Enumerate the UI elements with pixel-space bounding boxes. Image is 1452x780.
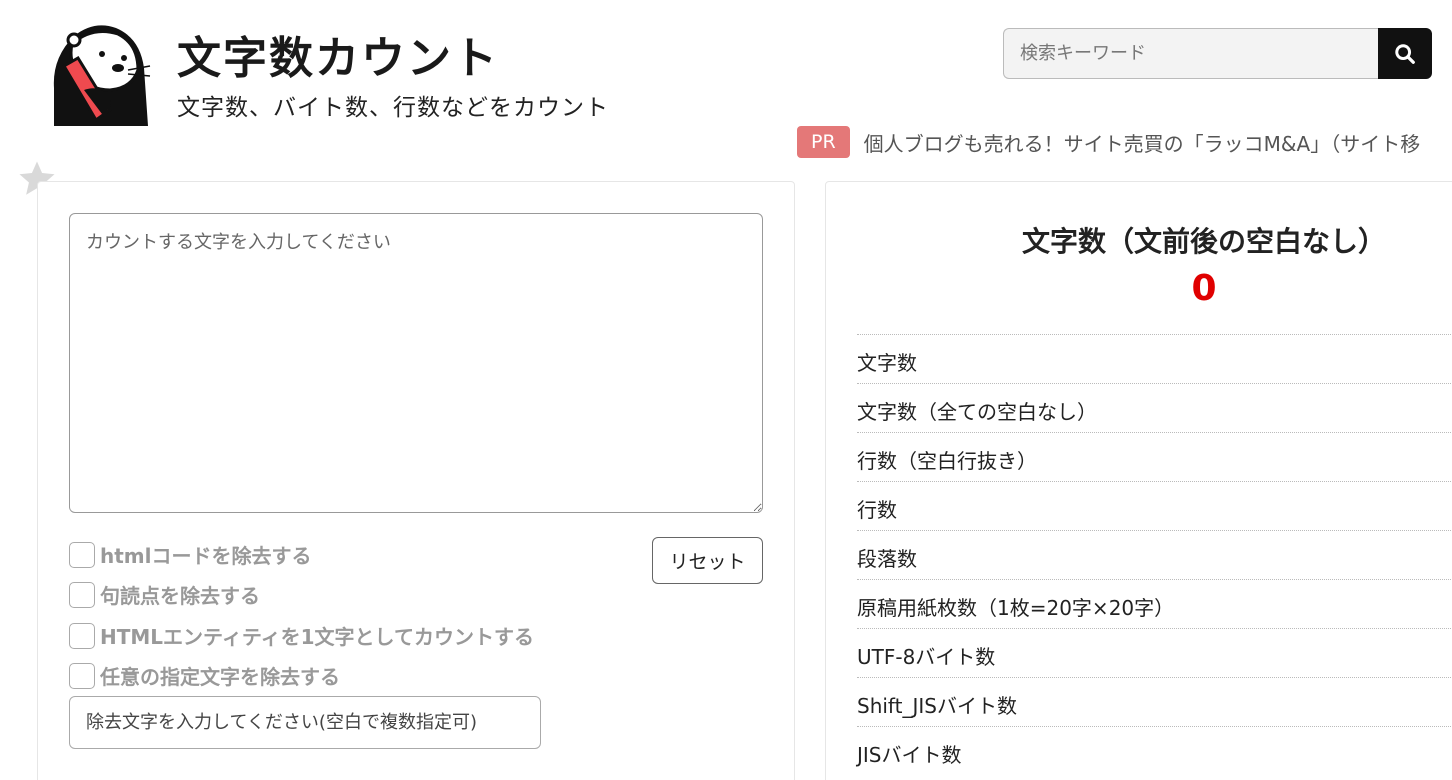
result-title: 文字数（文前後の空白なし） [1021, 225, 1386, 258]
pr-banner[interactable]: PR 個人ブログも売れる！サイト売買の「ラッコM&A」（サイト移 [797, 124, 1452, 160]
stat-label: 文字数 [857, 350, 917, 375]
search-input[interactable] [1003, 28, 1378, 79]
option-label: 任意の指定文字を除去する [100, 665, 340, 689]
option-label: htmlコードを除去する [100, 544, 312, 568]
checkbox[interactable] [69, 581, 95, 608]
count-textarea[interactable] [69, 213, 763, 513]
remove-chars-input[interactable] [69, 696, 541, 749]
option-html-entity[interactable]: HTMLエンティティを1文字としてカウントする [69, 621, 534, 650]
stat-label: JISバイト数 [857, 742, 962, 767]
pr-badge: PR [797, 126, 850, 158]
option-label: HTMLエンティティを1文字としてカウントする [100, 625, 534, 649]
checkbox[interactable] [69, 541, 95, 568]
stat-label: 段落数 [857, 546, 917, 571]
stat-row-lines-no-empty: 行数（空白行抜き） [857, 432, 1452, 481]
stat-row-lines: 行数 [857, 481, 1452, 530]
result-value: 0 [1191, 268, 1217, 309]
stat-label: 行数 [857, 497, 897, 522]
search-button[interactable] [1378, 28, 1432, 79]
stat-row-manuscript: 原稿用紙枚数（1枚=20字×20字） [857, 579, 1452, 628]
input-panel: htmlコードを除去する 句読点を除去する HTMLエンティティを1文字としてカ… [37, 181, 795, 780]
option-remove-html[interactable]: htmlコードを除去する [69, 540, 312, 569]
pr-link[interactable]: 個人ブログも売れる！サイト売買の「ラッコM&A」（サイト移 [864, 128, 1421, 157]
site-subtitle: 文字数、バイト数、行数などをカウント [177, 95, 609, 121]
option-remove-custom[interactable]: 任意の指定文字を除去する [69, 661, 340, 690]
page: 文字数カウント 文字数、バイト数、行数などをカウント PR 個人ブログも売れる！… [0, 0, 1452, 780]
site-title[interactable]: 文字数カウント [177, 22, 499, 86]
search-icon [1395, 43, 1415, 64]
stats-list: 文字数 文字数（全ての空白なし） 行数（空白行抜き） 行数 段落数 原稿用紙枚数… [857, 334, 1452, 775]
search-box [1003, 28, 1432, 79]
checkbox[interactable] [69, 622, 95, 649]
stat-label: 文字数（全ての空白なし） [857, 399, 1097, 424]
stat-row-jis: JISバイト数 [857, 726, 1452, 775]
stat-row-sjis: Shift_JISバイト数 [857, 677, 1452, 726]
stat-label: UTF-8バイト数 [857, 644, 996, 669]
stat-label: 行数（空白行抜き） [857, 448, 1037, 473]
results-panel: 文字数（文前後の空白なし） 0 文字数 文字数（全ての空白なし） 行数（空白行抜… [825, 181, 1452, 780]
stat-label: 原稿用紙枚数（1枚=20字×20字） [857, 595, 1175, 620]
reset-button[interactable]: リセット [652, 537, 763, 584]
stat-row-chars-no-space: 文字数（全ての空白なし） [857, 383, 1452, 432]
checkbox[interactable] [69, 662, 95, 689]
option-label: 句読点を除去する [100, 584, 260, 608]
stat-row-chars: 文字数 [857, 334, 1452, 383]
stat-row-paragraphs: 段落数 [857, 530, 1452, 579]
stat-row-utf8: UTF-8バイト数 [857, 628, 1452, 677]
stat-label: Shift_JISバイト数 [857, 693, 1017, 718]
otter-mascot-icon[interactable] [44, 18, 152, 127]
option-remove-punctuation[interactable]: 句読点を除去する [69, 580, 260, 609]
